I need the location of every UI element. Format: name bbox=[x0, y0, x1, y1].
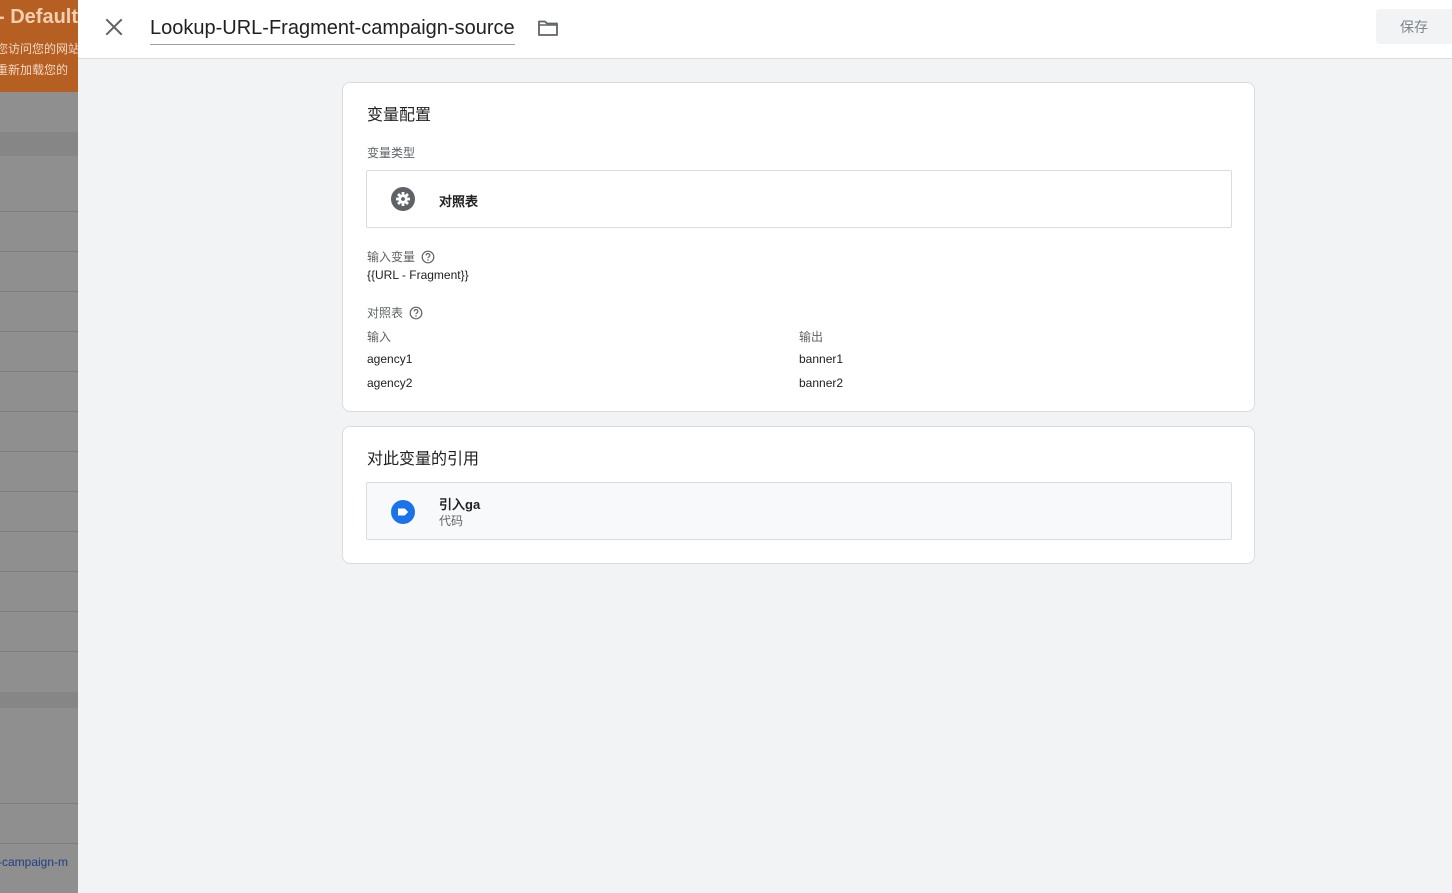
background-divider bbox=[0, 291, 78, 292]
variable-type-box[interactable]: 对照表 bbox=[366, 170, 1232, 228]
background-divider bbox=[0, 611, 78, 612]
variable-type-name: 对照表 bbox=[439, 194, 479, 209]
background-divider bbox=[0, 251, 78, 252]
variable-configuration-card[interactable]: 变量配置 变量类型 对照表 输入变量 {{URL - Fragment}} 对照… bbox=[342, 82, 1255, 412]
background-title: - Default bbox=[0, 6, 78, 28]
variable-name-input[interactable]: Lookup-URL-Fragment-campaign-source bbox=[150, 12, 515, 45]
background-divider bbox=[0, 331, 78, 332]
lookup-table-label: 对照表 bbox=[367, 304, 423, 321]
background-band bbox=[0, 132, 78, 156]
help-icon[interactable] bbox=[421, 250, 435, 264]
close-icon bbox=[105, 18, 123, 36]
background-divider bbox=[0, 451, 78, 452]
input-variable-label-text: 输入变量 bbox=[367, 250, 416, 264]
variable-type-label: 变量类型 bbox=[367, 144, 415, 161]
background-banner: - Default 您访问您的网站 重新加载您的 bbox=[0, 0, 78, 92]
background-divider bbox=[0, 211, 78, 212]
background-divider bbox=[0, 571, 78, 572]
background-divider bbox=[0, 411, 78, 412]
close-button[interactable] bbox=[100, 13, 128, 41]
reference-type: 代码 bbox=[439, 514, 464, 528]
card-title: 对此变量的引用 bbox=[367, 451, 480, 468]
background-divider bbox=[0, 371, 78, 372]
background-divider bbox=[0, 651, 78, 652]
table-cell-output: banner2 bbox=[799, 376, 844, 390]
column-header-output: 输出 bbox=[799, 330, 824, 344]
gear-icon bbox=[391, 187, 415, 211]
lookup-table-label-text: 对照表 bbox=[367, 306, 404, 320]
folder-icon bbox=[538, 20, 558, 36]
help-icon[interactable] bbox=[409, 306, 423, 320]
top-bar: Lookup-URL-Fragment-campaign-source 保存 bbox=[78, 0, 1452, 59]
card-title: 变量配置 bbox=[367, 107, 432, 124]
background-band bbox=[0, 692, 78, 708]
reference-item[interactable]: 引入ga 代码 bbox=[366, 482, 1232, 540]
table-cell-input: agency1 bbox=[367, 352, 413, 366]
background-line: 重新加载您的 bbox=[0, 63, 69, 77]
input-variable-value: {{URL - Fragment}} bbox=[367, 268, 469, 282]
save-button[interactable]: 保存 bbox=[1376, 9, 1452, 44]
background-divider bbox=[0, 803, 78, 804]
input-variable-label: 输入变量 bbox=[367, 248, 435, 265]
variable-editor-panel: Lookup-URL-Fragment-campaign-source 保存 变… bbox=[78, 0, 1452, 893]
background-link: -campaign-m bbox=[0, 855, 69, 869]
background-divider bbox=[0, 531, 78, 532]
table-cell-output: banner1 bbox=[799, 352, 844, 366]
reference-name: 引入ga bbox=[439, 497, 481, 512]
background-line: 您访问您的网站 bbox=[0, 42, 78, 56]
references-card: 对此变量的引用 引入ga 代码 bbox=[342, 426, 1255, 564]
table-cell-input: agency2 bbox=[367, 376, 413, 390]
background-divider bbox=[0, 491, 78, 492]
tag-icon bbox=[391, 500, 415, 524]
background-divider bbox=[0, 843, 78, 844]
background-page: - Default 您访问您的网站 重新加载您的 -campaign-m bbox=[0, 0, 78, 893]
folder-button[interactable] bbox=[536, 16, 560, 40]
column-header-input: 输入 bbox=[367, 330, 392, 344]
variable-type-label-text: 变量类型 bbox=[367, 146, 416, 160]
